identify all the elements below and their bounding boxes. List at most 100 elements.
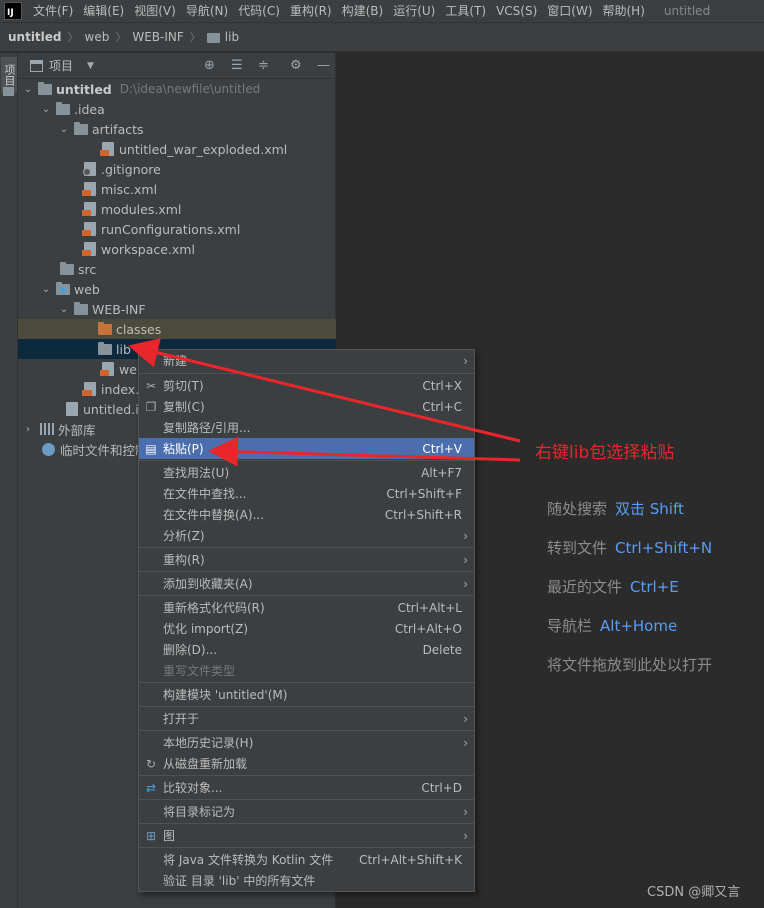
minimize-icon[interactable]: — — [317, 58, 330, 73]
menu-view[interactable]: 视图(V) — [129, 0, 181, 22]
menu-item-optimize-imports[interactable]: 优化 import(Z) Ctrl+Alt+O — [139, 618, 474, 639]
hint-navigation-bar: 导航栏 Alt+Home — [547, 615, 677, 636]
breadcrumb-web-inf[interactable]: WEB-INF — [132, 30, 183, 44]
menu-separator — [139, 847, 474, 848]
tree-item-file[interactable]: modules.xml — [18, 199, 336, 219]
menu-item-paste[interactable]: ▤ 粘贴(P) Ctrl+V — [139, 438, 474, 459]
menu-item-cut[interactable]: ✂ 剪切(T) Ctrl+X — [139, 375, 474, 396]
menu-item-delete[interactable]: 删除(D)... Delete — [139, 639, 474, 660]
tree-item-label: .idea — [74, 101, 105, 117]
collapse-all-icon[interactable]: ≑ — [258, 58, 269, 73]
tree-item-label: .gitignore — [101, 161, 161, 177]
menu-tools[interactable]: 工具(T) — [440, 0, 491, 22]
breadcrumb-web[interactable]: web — [85, 30, 110, 44]
excluded-folder-icon — [98, 321, 112, 335]
menu-item-copy[interactable]: ❐ 复制(C) Ctrl+C — [139, 396, 474, 417]
tree-item-project-root[interactable]: ⌄ untitled D:\idea\newfile\untitled — [18, 79, 336, 99]
menu-separator — [139, 571, 474, 572]
menu-item-compare-with[interactable]: ⇄ 比较对象... Ctrl+D — [139, 777, 474, 798]
tree-item-file[interactable]: runConfigurations.xml — [18, 219, 336, 239]
chevron-right-icon[interactable]: › — [22, 424, 34, 435]
menu-item-add-to-favorites[interactable]: 添加到收藏夹(A) › — [139, 573, 474, 594]
tree-item-label: 临时文件和控制 — [60, 442, 148, 458]
menu-run[interactable]: 运行(U) — [388, 0, 440, 22]
gear-icon[interactable]: ⚙ — [290, 58, 302, 73]
scissors-icon: ✂ — [145, 378, 157, 393]
menu-item-replace-in-files[interactable]: 在文件中替换(A)... Ctrl+Shift+R — [139, 504, 474, 525]
menu-separator — [139, 460, 474, 461]
folder-icon — [74, 121, 88, 135]
menu-code[interactable]: 代码(C) — [233, 0, 285, 22]
hint-search-everywhere: 随处搜索 双击 Shift — [547, 498, 684, 519]
menu-item-analyze[interactable]: 分析(Z) › — [139, 525, 474, 546]
tree-item-label: WEB-INF — [92, 301, 146, 317]
menu-build[interactable]: 构建(B) — [337, 0, 389, 22]
chevron-down-icon[interactable]: ⌄ — [58, 124, 70, 135]
menu-item-build-module[interactable]: 构建模块 'untitled'(M) — [139, 684, 474, 705]
menu-item-diagrams[interactable]: ⊞ 图 › — [139, 825, 474, 846]
tree-item-web-inf[interactable]: ⌄ WEB-INF — [18, 299, 336, 319]
gitignore-file-icon — [83, 162, 96, 176]
menu-item-local-history[interactable]: 本地历史记录(H) › — [139, 732, 474, 753]
menu-separator — [139, 775, 474, 776]
iml-file-icon — [66, 402, 78, 416]
chevron-down-icon[interactable]: ⌄ — [58, 304, 70, 315]
expand-all-icon[interactable]: ☰ — [231, 58, 243, 73]
xml-file-icon — [100, 142, 114, 156]
breadcrumb-lib[interactable]: lib — [225, 30, 239, 44]
tree-item-file[interactable]: workspace.xml — [18, 239, 336, 259]
menu-bar: IJ 文件(F) 编辑(E) 视图(V) 导航(N) 代码(C) 重构(R) 构… — [0, 0, 764, 22]
chevron-down-icon[interactable]: ⌄ — [22, 84, 34, 95]
folder-icon — [74, 301, 88, 315]
menu-item-new[interactable]: 新建 › — [139, 350, 474, 371]
tree-item-idea[interactable]: ⌄ .idea — [18, 99, 336, 119]
hint-text: 最近的文件 — [547, 578, 623, 596]
menu-item-convert-to-kotlin[interactable]: 将 Java 文件转换为 Kotlin 文件 Ctrl+Alt+Shift+K — [139, 849, 474, 870]
hint-goto-file: 转到文件 Ctrl+Shift+N — [547, 537, 712, 558]
chevron-right-icon: › — [463, 353, 468, 368]
folder-icon — [206, 33, 220, 43]
breadcrumb-project[interactable]: untitled — [8, 30, 62, 44]
tree-item-file[interactable]: untitled_war_exploded.xml — [18, 139, 336, 159]
menu-item-copy-path[interactable]: 复制路径/引用... — [139, 417, 474, 438]
menu-item-mark-directory-as[interactable]: 将目录标记为 › — [139, 801, 474, 822]
locate-target-icon[interactable]: ⊕ — [204, 58, 215, 73]
window-title: untitled — [663, 4, 711, 18]
menu-edit[interactable]: 编辑(E) — [78, 0, 129, 22]
project-panel-title[interactable]: 项目 — [49, 57, 73, 74]
menu-navigate[interactable]: 导航(N) — [181, 0, 233, 22]
menu-item-refactor[interactable]: 重构(R) › — [139, 549, 474, 570]
intellij-logo-icon[interactable]: IJ — [4, 2, 22, 20]
menu-file[interactable]: 文件(F) — [28, 0, 78, 22]
tree-item-web[interactable]: ⌄ web — [18, 279, 336, 299]
xml-file-icon — [82, 222, 96, 236]
menu-window[interactable]: 窗口(W) — [542, 0, 597, 22]
tree-item-src[interactable]: src — [18, 259, 336, 279]
menu-refactor[interactable]: 重构(R) — [285, 0, 337, 22]
menu-item-reformat-code[interactable]: 重新格式化代码(R) Ctrl+Alt+L — [139, 597, 474, 618]
tree-item-classes[interactable]: classes — [18, 319, 336, 339]
menu-item-open-in[interactable]: 打开于 › — [139, 708, 474, 729]
menu-help[interactable]: 帮助(H) — [598, 0, 650, 22]
hint-drop-files: 将文件拖放到此处以打开 — [547, 654, 712, 675]
hint-text: 导航栏 — [547, 617, 593, 635]
jsp-file-icon — [82, 382, 96, 396]
menu-vcs[interactable]: VCS(S) — [491, 0, 542, 22]
menu-item-find-usages[interactable]: 查找用法(U) Alt+F7 — [139, 462, 474, 483]
menu-item-validate-files[interactable]: 验证 目录 'lib' 中的所有文件 — [139, 870, 474, 891]
tree-item-label: workspace.xml — [101, 241, 195, 257]
tree-item-label: lib — [116, 341, 131, 357]
tree-item-artifacts[interactable]: ⌄ artifacts — [18, 119, 336, 139]
tree-item-file[interactable]: misc.xml — [18, 179, 336, 199]
tree-item-label: src — [78, 261, 97, 277]
chevron-down-icon[interactable]: ⌄ — [40, 284, 52, 295]
chevron-down-icon[interactable]: ⌄ — [40, 104, 52, 115]
menu-item-find-in-files[interactable]: 在文件中查找... Ctrl+Shift+F — [139, 483, 474, 504]
folder-icon — [98, 341, 112, 355]
tool-window-strip: 项目 — [0, 53, 18, 908]
menu-item-reload-from-disk[interactable]: ↻ 从磁盘重新加载 — [139, 753, 474, 774]
chevron-down-icon[interactable]: ▼ — [87, 61, 94, 71]
menu-separator — [139, 373, 474, 374]
tree-item-file[interactable]: .gitignore — [18, 159, 336, 179]
breadcrumb: untitled 〉 web 〉 WEB-INF 〉 lib — [0, 22, 764, 52]
